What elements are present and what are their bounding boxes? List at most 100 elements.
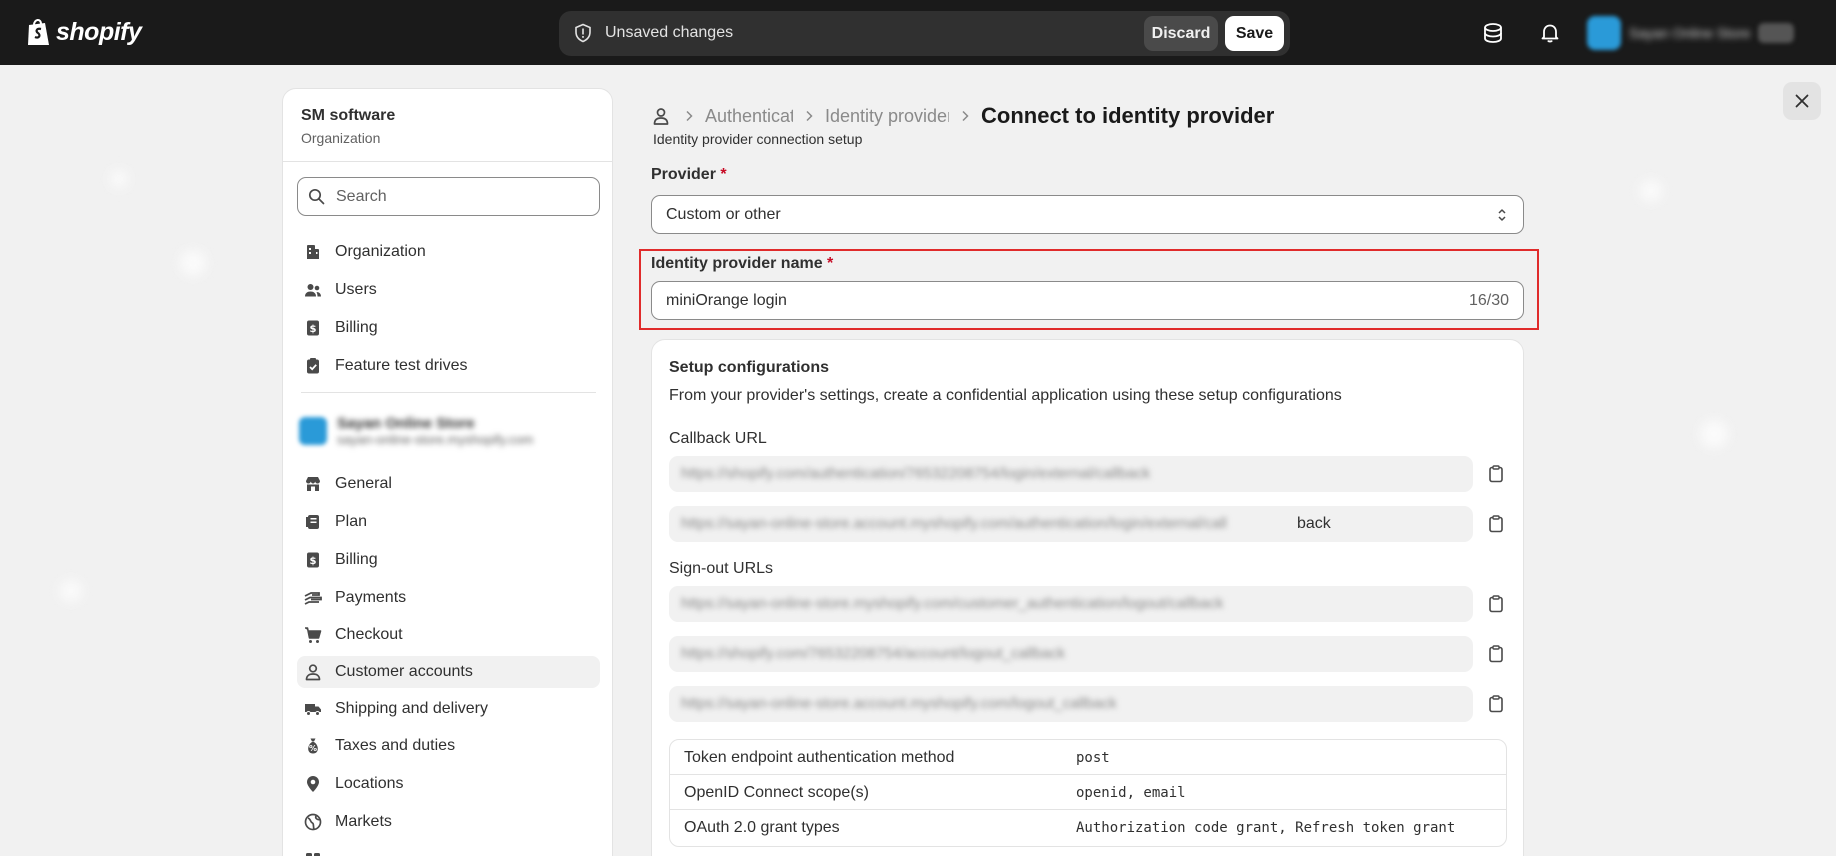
svg-text:%: % xyxy=(309,744,317,753)
signout-url-field[interactable]: https://sayan-online-store.myshopify.com… xyxy=(669,586,1473,622)
store-switcher[interactable]: Sayan Online Store xyxy=(1587,15,1817,51)
table-row: Token endpoint authentication method pos… xyxy=(670,740,1506,775)
table-row: OpenID Connect scope(s) openid, email xyxy=(670,775,1506,810)
svg-text:$: $ xyxy=(310,556,317,567)
signout-url-value: https://shopify.com/76532208754/account/… xyxy=(681,645,1066,662)
sidebar-item-users[interactable]: Users xyxy=(297,274,600,306)
background-decoration xyxy=(1640,180,1662,202)
settings-table: Token endpoint authentication method pos… xyxy=(669,739,1507,847)
sidebar-item-locations[interactable]: Locations xyxy=(297,768,600,800)
clipboard-icon[interactable] xyxy=(1486,644,1506,664)
select-chevron-icon xyxy=(1498,209,1506,221)
signout-url-field[interactable]: https://sayan-online-store.account.mysho… xyxy=(669,686,1473,722)
truck-icon xyxy=(303,699,323,719)
sidebar-item-checkout[interactable]: Checkout xyxy=(297,619,600,651)
shopify-bag-icon xyxy=(28,19,49,45)
property-value: openid, email xyxy=(1076,785,1186,801)
page-subtitle: Identity provider connection setup xyxy=(653,131,863,147)
unsaved-changes-bar: Unsaved changes Discard Save xyxy=(559,11,1290,56)
sidebar-item-label: Payments xyxy=(335,589,407,606)
clipboard-icon[interactable] xyxy=(1486,464,1506,484)
database-icon[interactable] xyxy=(1482,22,1504,44)
idp-name-input[interactable]: miniOrange login 16/30 xyxy=(651,281,1524,320)
sidebar-item-label: Plan xyxy=(335,513,368,530)
sidebar-item-billing[interactable]: $ Billing xyxy=(297,544,600,576)
property-value: Authorization code grant, Refresh token … xyxy=(1076,820,1456,836)
save-button[interactable]: Save xyxy=(1225,16,1284,51)
sidebar-item-customer-accounts[interactable]: Customer accounts xyxy=(297,656,600,688)
building-icon xyxy=(303,242,323,262)
sidebar-item-label: Taxes and duties xyxy=(335,737,456,754)
receipt-dollar-icon: $ xyxy=(303,318,323,338)
person-icon xyxy=(303,662,323,682)
svg-text:$: $ xyxy=(310,324,317,335)
sidebar-item-shipping-and-delivery[interactable]: Shipping and delivery xyxy=(297,693,600,725)
background-decoration xyxy=(180,250,206,276)
setup-description: From your provider's settings, create a … xyxy=(669,387,1342,404)
property-key: Token endpoint authentication method xyxy=(684,749,955,766)
location-icon xyxy=(303,774,323,794)
search-field[interactable] xyxy=(297,177,600,216)
close-icon xyxy=(1795,94,1809,108)
sidebar-item-partial[interactable] xyxy=(297,844,600,856)
search-input[interactable] xyxy=(336,178,586,215)
sidebar-item-general[interactable]: General xyxy=(297,468,600,500)
sidebar-item-billing[interactable]: $ Billing xyxy=(297,312,600,344)
bell-icon[interactable] xyxy=(1539,22,1561,44)
users-icon xyxy=(303,280,323,300)
globe-icon xyxy=(303,812,323,832)
sidebar-item-feature-test-drives[interactable]: Feature test drives xyxy=(297,350,600,382)
page-title: Connect to identity provider xyxy=(981,103,1275,128)
store-info: Sayan Online Store sayan-online-store.my… xyxy=(337,415,533,447)
close-button[interactable] xyxy=(1783,82,1821,120)
chevron-right-icon xyxy=(686,110,693,122)
sidebar-item-label: Organization xyxy=(335,243,426,260)
sidebar-item-markets[interactable]: Markets xyxy=(297,806,600,838)
provider-select[interactable]: Custom or other xyxy=(651,195,1524,234)
property-key: OAuth 2.0 grant types xyxy=(684,819,840,836)
sidebar-item-organization[interactable]: Organization xyxy=(297,236,600,268)
background-decoration xyxy=(1700,420,1728,448)
sidebar-item-taxes-and-duties[interactable]: % Taxes and duties xyxy=(297,730,600,762)
discard-button[interactable]: Discard xyxy=(1144,16,1218,51)
divider xyxy=(301,392,596,393)
signout-url-field[interactable]: https://shopify.com/76532208754/account/… xyxy=(669,636,1473,672)
tax-icon: % xyxy=(303,736,323,756)
property-value: post xyxy=(1076,750,1110,766)
store-avatar xyxy=(1587,16,1621,50)
store-selector[interactable]: Sayan Online Store sayan-online-store.my… xyxy=(297,409,600,453)
callback-url-field[interactable]: https://shopify.com/authentication/76532… xyxy=(669,456,1473,492)
clipboard-icon[interactable] xyxy=(1486,694,1506,714)
shopify-wordmark: shopify xyxy=(56,17,142,46)
sidebar-item-payments[interactable]: Payments xyxy=(297,582,600,614)
sidebar-item-label: Locations xyxy=(335,775,404,792)
person-icon[interactable] xyxy=(651,106,671,126)
signout-urls-label: Sign-out URLs xyxy=(669,560,774,577)
settings-sidebar: SM software Organization Organization Us… xyxy=(282,88,613,856)
sidebar-item-label: Feature test drives xyxy=(335,357,468,374)
callback-url-label: Callback URL xyxy=(669,430,767,447)
idp-name-value: miniOrange login xyxy=(666,292,787,309)
breadcrumb-identity-providers[interactable]: Identity providers xyxy=(825,106,949,127)
sidebar-item-label: Markets xyxy=(335,813,392,830)
chevron-right-icon xyxy=(962,110,969,122)
background-decoration xyxy=(60,580,82,602)
clipboard-icon[interactable] xyxy=(1486,514,1506,534)
idp-name-label: Identity provider name * xyxy=(651,255,833,273)
required-marker: * xyxy=(720,166,727,183)
payments-icon xyxy=(303,588,323,608)
clipboard-check-icon xyxy=(303,356,323,376)
sidebar-item-label: General xyxy=(335,475,392,492)
setup-configurations-card: Setup configurations From your provider'… xyxy=(651,339,1524,856)
sidebar-item-label: Customer accounts xyxy=(335,663,473,680)
breadcrumb-authentication[interactable]: Authentication xyxy=(705,106,793,127)
top-bar: shopify Unsaved changes Discard Save Say… xyxy=(0,0,1836,65)
sidebar-item-plan[interactable]: Plan xyxy=(297,506,600,538)
shopify-logo[interactable]: shopify xyxy=(26,17,142,47)
org-name[interactable]: SM software xyxy=(301,107,395,125)
unsaved-changes-text: Unsaved changes xyxy=(605,24,734,41)
clipboard-icon[interactable] xyxy=(1486,594,1506,614)
store-avatar xyxy=(299,417,327,445)
setup-title: Setup configurations xyxy=(669,359,829,376)
callback-url-field[interactable]: https://sayan-online-store.account.mysho… xyxy=(669,506,1473,542)
